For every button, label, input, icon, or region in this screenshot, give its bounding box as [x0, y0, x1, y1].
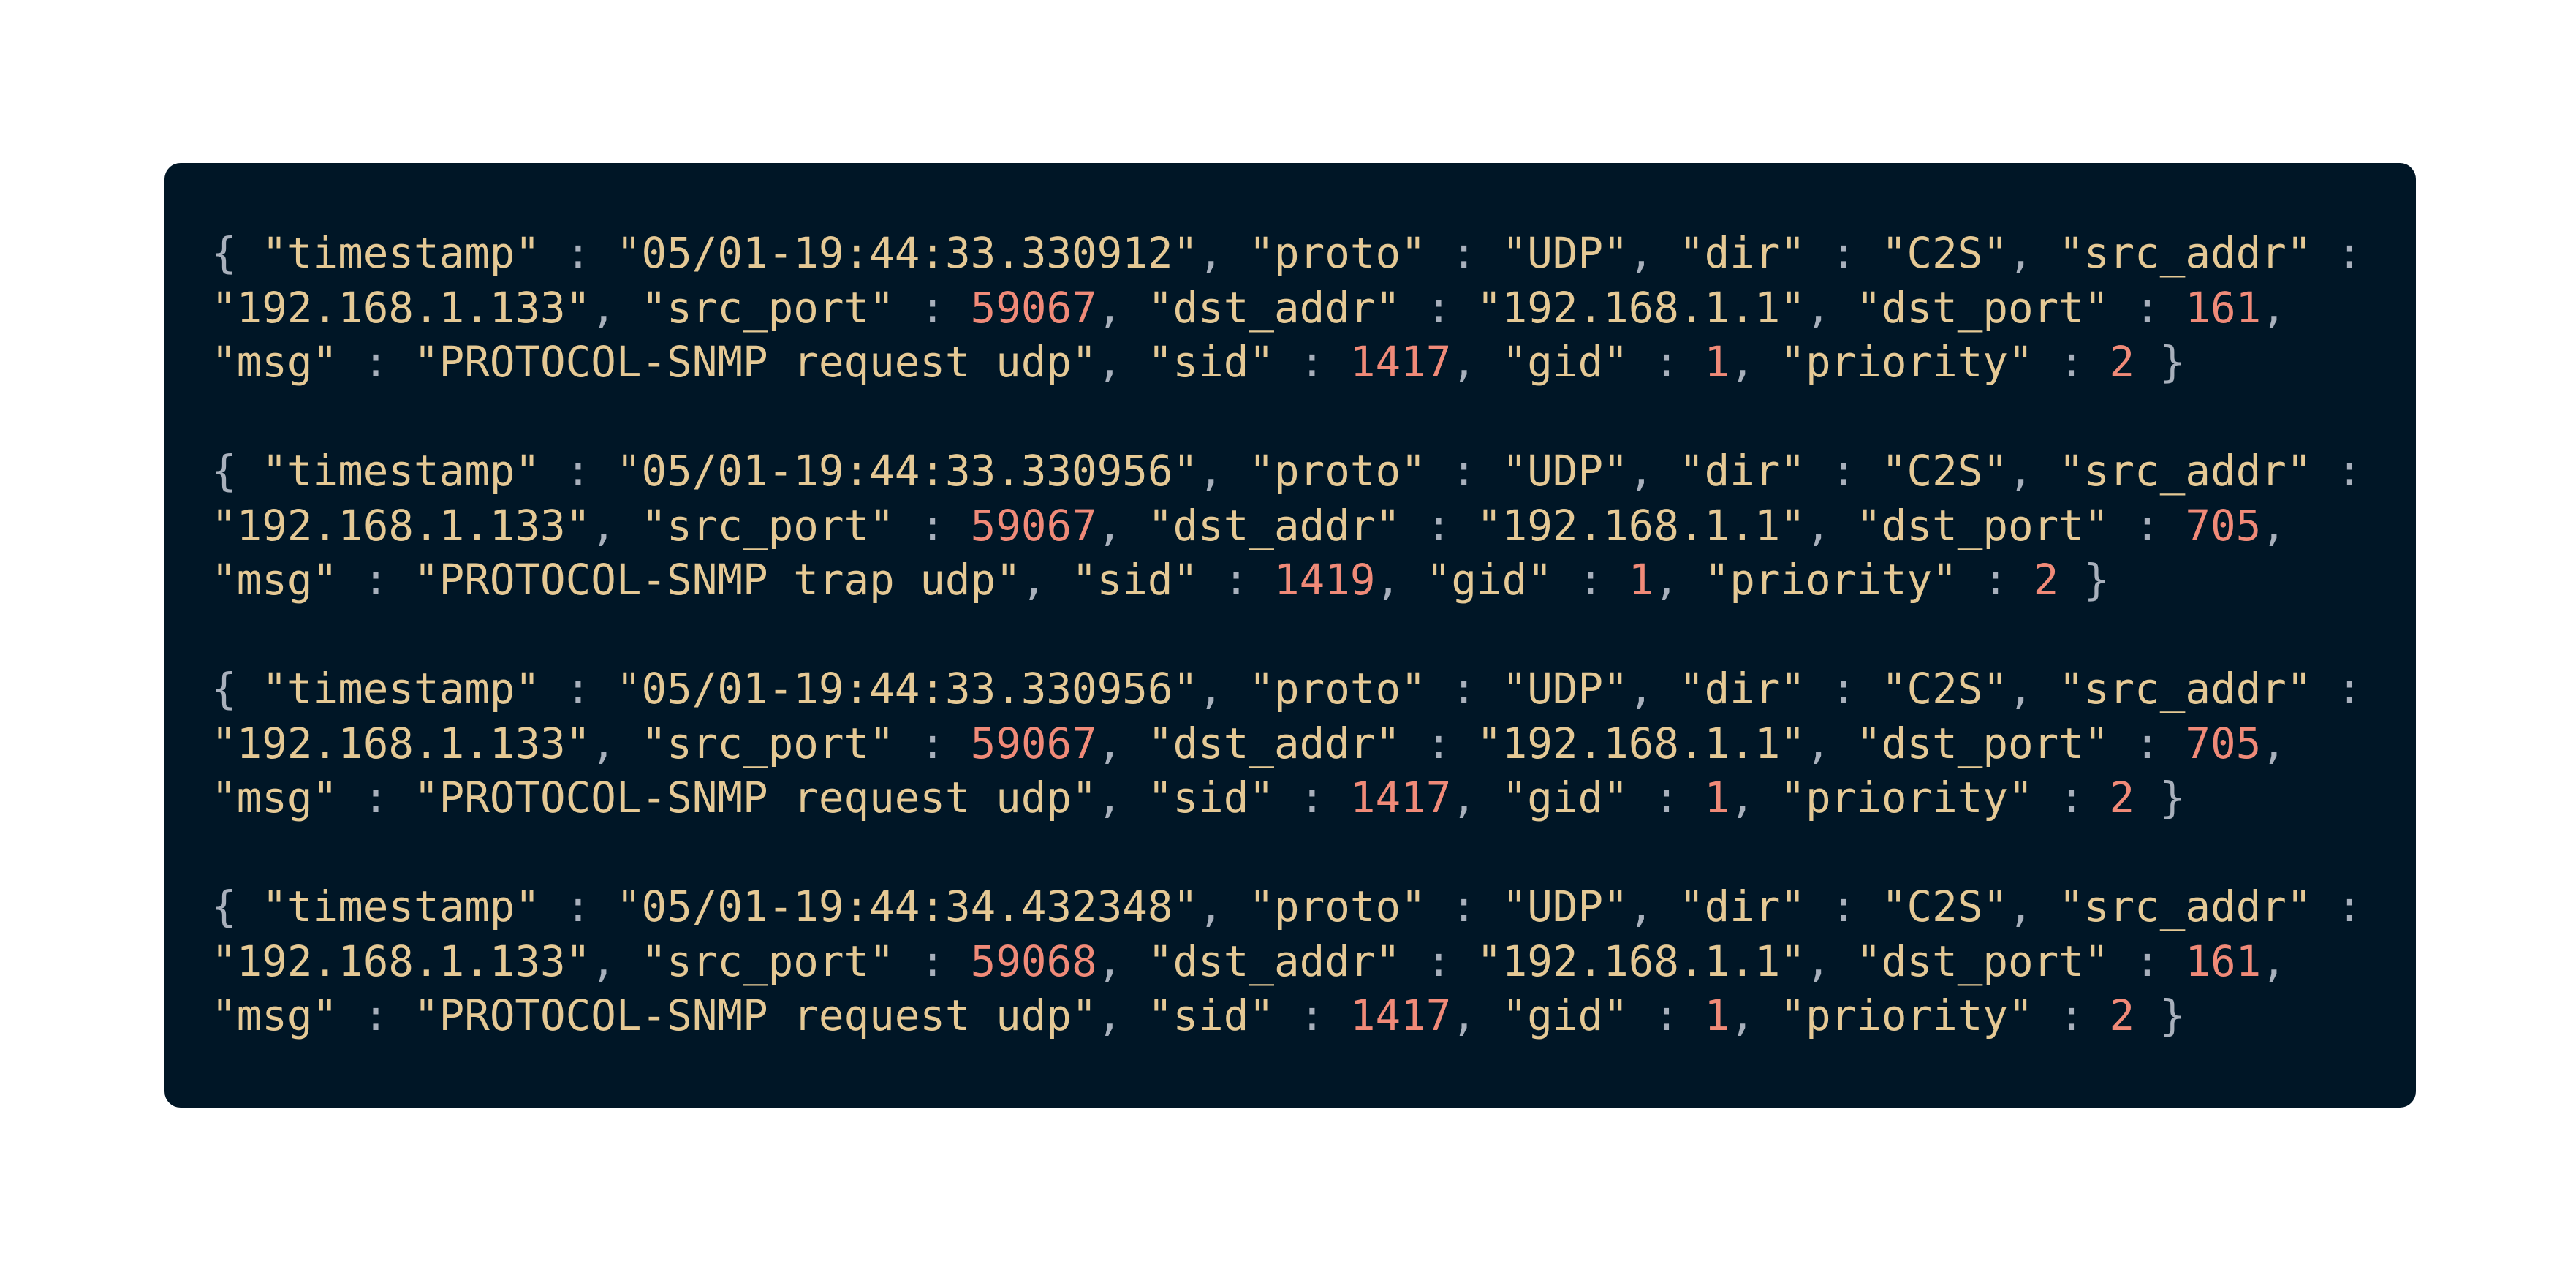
log-entry: { "timestamp" : "05/01-19:44:33.330956",…	[211, 444, 2371, 608]
priority-value: 2	[2109, 773, 2135, 822]
timestamp-value: 05/01-19:44:33.330956	[641, 447, 1173, 496]
dir-value: C2S	[1906, 229, 1983, 278]
gid-value: 1	[1704, 773, 1730, 822]
src-port-value: 59068	[970, 936, 1097, 986]
gid-value: 1	[1704, 991, 1730, 1040]
dst-port-value: 161	[2185, 936, 2262, 986]
timestamp-value: 05/01-19:44:34.432348	[641, 882, 1173, 931]
src-port-value: 59067	[970, 283, 1097, 333]
msg-value: PROTOCOL-SNMP trap udp	[439, 556, 996, 605]
priority-value: 2	[2033, 556, 2059, 605]
log-entry: { "timestamp" : "05/01-19:44:33.330956",…	[211, 662, 2371, 826]
code-line: { "timestamp" : "05/01-19:44:34.432348",…	[211, 882, 2363, 931]
code-line: "192.168.1.133", "src_port" : 59068, "ds…	[211, 936, 2287, 986]
dir-value: C2S	[1906, 882, 1983, 931]
sid-value: 1417	[1349, 991, 1452, 1040]
priority-value: 2	[2109, 338, 2135, 387]
src-port-value: 59067	[970, 501, 1097, 550]
code-block: { "timestamp" : "05/01-19:44:33.330912",…	[164, 163, 2416, 1108]
code-line: { "timestamp" : "05/01-19:44:33.330912",…	[211, 229, 2363, 278]
priority-value: 2	[2109, 991, 2135, 1040]
code-line: "msg" : "PROTOCOL-SNMP trap udp", "sid" …	[211, 556, 2110, 605]
src-port-value: 59067	[970, 719, 1097, 768]
proto-value: UDP	[1527, 447, 1604, 496]
code-line: "msg" : "PROTOCOL-SNMP request udp", "si…	[211, 338, 2186, 387]
dst-port-value: 705	[2185, 501, 2262, 550]
msg-value: PROTOCOL-SNMP request udp	[439, 773, 1072, 822]
src-addr-value: 192.168.1.133	[236, 283, 566, 333]
code-line: "msg" : "PROTOCOL-SNMP request udp", "si…	[211, 773, 2186, 822]
log-entry: { "timestamp" : "05/01-19:44:34.432348",…	[211, 880, 2371, 1044]
timestamp-value: 05/01-19:44:33.330956	[641, 665, 1173, 713]
msg-value: PROTOCOL-SNMP request udp	[439, 991, 1072, 1040]
proto-value: UDP	[1527, 229, 1604, 278]
src-addr-value: 192.168.1.133	[236, 936, 566, 986]
code-line: { "timestamp" : "05/01-19:44:33.330956",…	[211, 447, 2363, 496]
code-line: "192.168.1.133", "src_port" : 59067, "ds…	[211, 719, 2287, 768]
proto-value: UDP	[1527, 665, 1604, 713]
dir-value: C2S	[1906, 447, 1983, 496]
dst-addr-value: 192.168.1.1	[1501, 501, 1781, 550]
code-line: { "timestamp" : "05/01-19:44:33.330956",…	[211, 665, 2363, 713]
gid-value: 1	[1704, 338, 1730, 387]
dir-value: C2S	[1906, 665, 1983, 713]
dst-port-value: 705	[2185, 719, 2262, 768]
dst-addr-value: 192.168.1.1	[1501, 283, 1781, 333]
sid-value: 1419	[1274, 556, 1376, 605]
code-line: "192.168.1.133", "src_port" : 59067, "ds…	[211, 501, 2287, 550]
msg-value: PROTOCOL-SNMP request udp	[439, 338, 1072, 387]
code-line: "192.168.1.133", "src_port" : 59067, "ds…	[211, 283, 2287, 333]
timestamp-value: 05/01-19:44:33.330912	[641, 229, 1173, 278]
gid-value: 1	[1628, 556, 1654, 605]
code-line: "msg" : "PROTOCOL-SNMP request udp", "si…	[211, 991, 2186, 1040]
sid-value: 1417	[1349, 773, 1452, 822]
src-addr-value: 192.168.1.133	[236, 719, 566, 768]
src-addr-value: 192.168.1.133	[236, 501, 566, 550]
dst-port-value: 161	[2185, 283, 2262, 333]
dst-addr-value: 192.168.1.1	[1501, 936, 1781, 986]
log-entry: { "timestamp" : "05/01-19:44:33.330912",…	[211, 227, 2371, 390]
sid-value: 1417	[1349, 338, 1452, 387]
proto-value: UDP	[1527, 882, 1604, 931]
dst-addr-value: 192.168.1.1	[1501, 719, 1781, 768]
